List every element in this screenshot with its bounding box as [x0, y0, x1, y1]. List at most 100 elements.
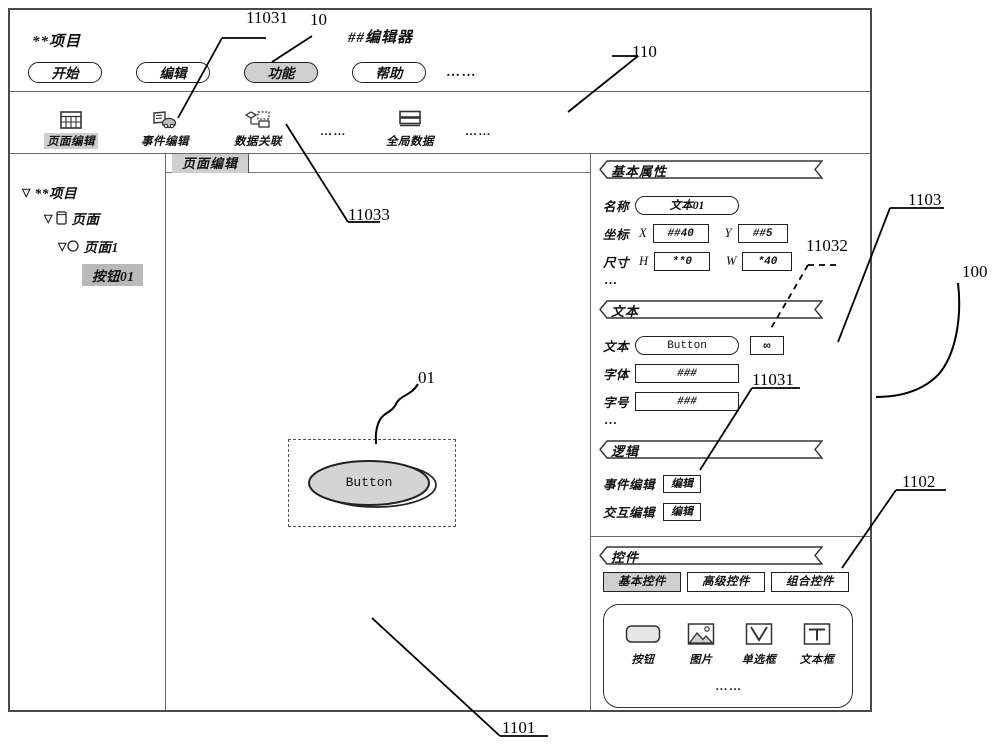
- ref-11032: 11032: [806, 236, 848, 255]
- tree-node-pages[interactable]: ▽ 页面: [44, 208, 99, 228]
- property-value-font-size[interactable]: ###: [635, 392, 740, 411]
- section-header-text[interactable]: 文本: [599, 300, 823, 319]
- ribbon-tool-global-data[interactable]: 全局数据: [373, 108, 447, 150]
- menu-overflow-dots[interactable]: ……: [446, 65, 477, 81]
- ribbon-tool-page-edit-label: 页面编辑: [44, 133, 98, 149]
- property-row-font-size: 字号 ###: [603, 392, 740, 411]
- ref-1102: 1102: [902, 472, 936, 491]
- property-text-more[interactable]: …: [604, 412, 618, 428]
- global-data-icon: [373, 108, 447, 132]
- palette-item-button-label: 按钮: [631, 654, 655, 666]
- property-value-x[interactable]: ##40: [652, 224, 709, 243]
- property-row-name: 名称 文本01: [603, 196, 740, 215]
- property-value-y[interactable]: ##5: [737, 224, 788, 243]
- canvas-tab-strip: 页面编辑: [166, 154, 590, 173]
- section-header-widgets-label: 控件: [611, 550, 640, 565]
- checkmark-icon: [730, 619, 788, 649]
- ref-01: 01: [418, 368, 435, 387]
- property-value-h[interactable]: **0: [654, 252, 711, 271]
- menu-item-edit[interactable]: 编辑: [136, 62, 210, 83]
- data-link-icon: [221, 108, 295, 132]
- page-icon: [56, 211, 68, 225]
- button-shape-icon: [614, 619, 672, 649]
- ribbon-overflow-dots-1[interactable]: ……: [320, 124, 347, 139]
- tab-page-edit[interactable]: 页面编辑: [172, 154, 250, 173]
- widget-category-composite[interactable]: 组合控件: [771, 572, 849, 592]
- property-basic-more[interactable]: …: [604, 272, 618, 288]
- page-edit-icon: [34, 108, 108, 132]
- property-label-font: 字体: [603, 368, 630, 382]
- property-label-event-edit: 事件编辑: [603, 478, 656, 492]
- patent-figure: **项目 ##编辑器 开始 编辑 功能 帮助 …… 页面编辑 事件编辑 数据关联…: [0, 0, 1000, 754]
- ribbon-tool-global-data-label: 全局数据: [386, 136, 434, 148]
- property-label-coordinates: 坐标: [603, 228, 630, 242]
- section-header-basic[interactable]: 基本属性: [599, 160, 823, 179]
- palette-item-image[interactable]: 图片: [672, 619, 730, 667]
- palette-overflow-dots[interactable]: ……: [604, 679, 854, 694]
- canvas-selection-box[interactable]: [288, 439, 456, 527]
- section-header-widgets[interactable]: 控件: [599, 546, 823, 565]
- interaction-edit-button[interactable]: 编辑: [663, 502, 702, 521]
- app-title: ##编辑器: [348, 30, 414, 46]
- ribbon-tool-data-link-label: 数据关联: [234, 136, 282, 148]
- event-edit-button[interactable]: 编辑: [663, 474, 702, 493]
- tree-node-page1[interactable]: ▽ 页面1: [58, 236, 119, 256]
- section-header-logic[interactable]: 逻辑: [599, 440, 823, 459]
- ref-11033: 11033: [348, 205, 390, 224]
- image-icon: [672, 619, 730, 649]
- properties-divider: [591, 536, 870, 537]
- widget-category-advanced[interactable]: 高级控件: [687, 572, 765, 592]
- ref-10: 10: [310, 10, 327, 29]
- property-value-name[interactable]: 文本01: [635, 196, 740, 215]
- ref-1101: 1101: [502, 718, 536, 737]
- chevron-down-icon: ▽: [58, 240, 67, 253]
- ribbon-tool-event-edit[interactable]: 事件编辑: [128, 108, 202, 150]
- palette-item-button[interactable]: 按钮: [614, 619, 672, 667]
- menu-bar: **项目 ##编辑器 开始 编辑 功能 帮助 ……: [10, 10, 870, 92]
- property-row-coordinates: 坐标 X ##40 Y ##5: [603, 224, 788, 243]
- tree-node-button01-label: 按钮01: [82, 264, 143, 286]
- property-value-text[interactable]: Button: [635, 336, 740, 355]
- ribbon-overflow-dots-2[interactable]: ……: [465, 124, 492, 139]
- tree-node-page1-label: 页面1: [83, 240, 119, 255]
- ref-1103: 1103: [908, 190, 942, 209]
- property-label-font-size: 字号: [603, 396, 630, 410]
- menu-item-function[interactable]: 功能: [244, 62, 318, 83]
- ribbon-tool-data-link[interactable]: 数据关联: [221, 108, 295, 150]
- canvas-panel[interactable]: 页面编辑 Button: [166, 154, 590, 710]
- property-label-size: 尺寸: [603, 256, 630, 270]
- property-label-w: W: [726, 254, 737, 268]
- palette-item-textbox-label: 文本框: [799, 654, 835, 666]
- chevron-down-icon: ▽: [44, 212, 53, 225]
- palette-item-radio[interactable]: 单选框: [730, 619, 788, 667]
- palette-item-textbox[interactable]: 文本框: [788, 619, 846, 667]
- menu-item-start[interactable]: 开始: [28, 62, 102, 83]
- property-row-font: 字体 ###: [603, 364, 740, 383]
- widget-palette: 按钮 图片 单选框 文本框 ……: [603, 604, 853, 708]
- palette-item-radio-label: 单选框: [741, 654, 777, 666]
- project-title: **项目: [32, 34, 82, 50]
- property-text-link-button[interactable]: ∞: [750, 336, 785, 355]
- ribbon-tool-page-edit[interactable]: 页面编辑: [34, 108, 108, 150]
- section-header-logic-label: 逻辑: [611, 444, 640, 459]
- property-label-x: X: [639, 226, 647, 240]
- tree-node-button01[interactable]: 按钮01: [82, 264, 143, 286]
- property-row-interaction-edit: 交互编辑 编辑: [603, 502, 702, 521]
- application-window: **项目 ##编辑器 开始 编辑 功能 帮助 …… 页面编辑 事件编辑 数据关联…: [8, 8, 872, 712]
- menu-item-help[interactable]: 帮助: [352, 62, 426, 83]
- property-label-h: H: [639, 254, 649, 268]
- textbox-icon: [788, 619, 846, 649]
- property-value-font[interactable]: ###: [635, 364, 740, 383]
- property-row-event-edit: 事件编辑 编辑: [603, 474, 702, 493]
- chevron-down-icon: ▽: [22, 186, 31, 199]
- ribbon-tool-event-edit-label: 事件编辑: [141, 136, 189, 148]
- tree-node-project[interactable]: ▽ **项目: [22, 182, 77, 202]
- ref-11031-top: 11031: [246, 8, 288, 27]
- widget-category-basic[interactable]: 基本控件: [603, 572, 681, 592]
- section-header-text-label: 文本: [611, 304, 640, 319]
- tree-node-pages-label: 页面: [71, 212, 100, 227]
- ref-11031-right: 11031: [752, 370, 794, 389]
- ref-100: 100: [962, 262, 988, 281]
- property-value-w[interactable]: *40: [742, 252, 793, 271]
- property-label-text: 文本: [603, 340, 630, 354]
